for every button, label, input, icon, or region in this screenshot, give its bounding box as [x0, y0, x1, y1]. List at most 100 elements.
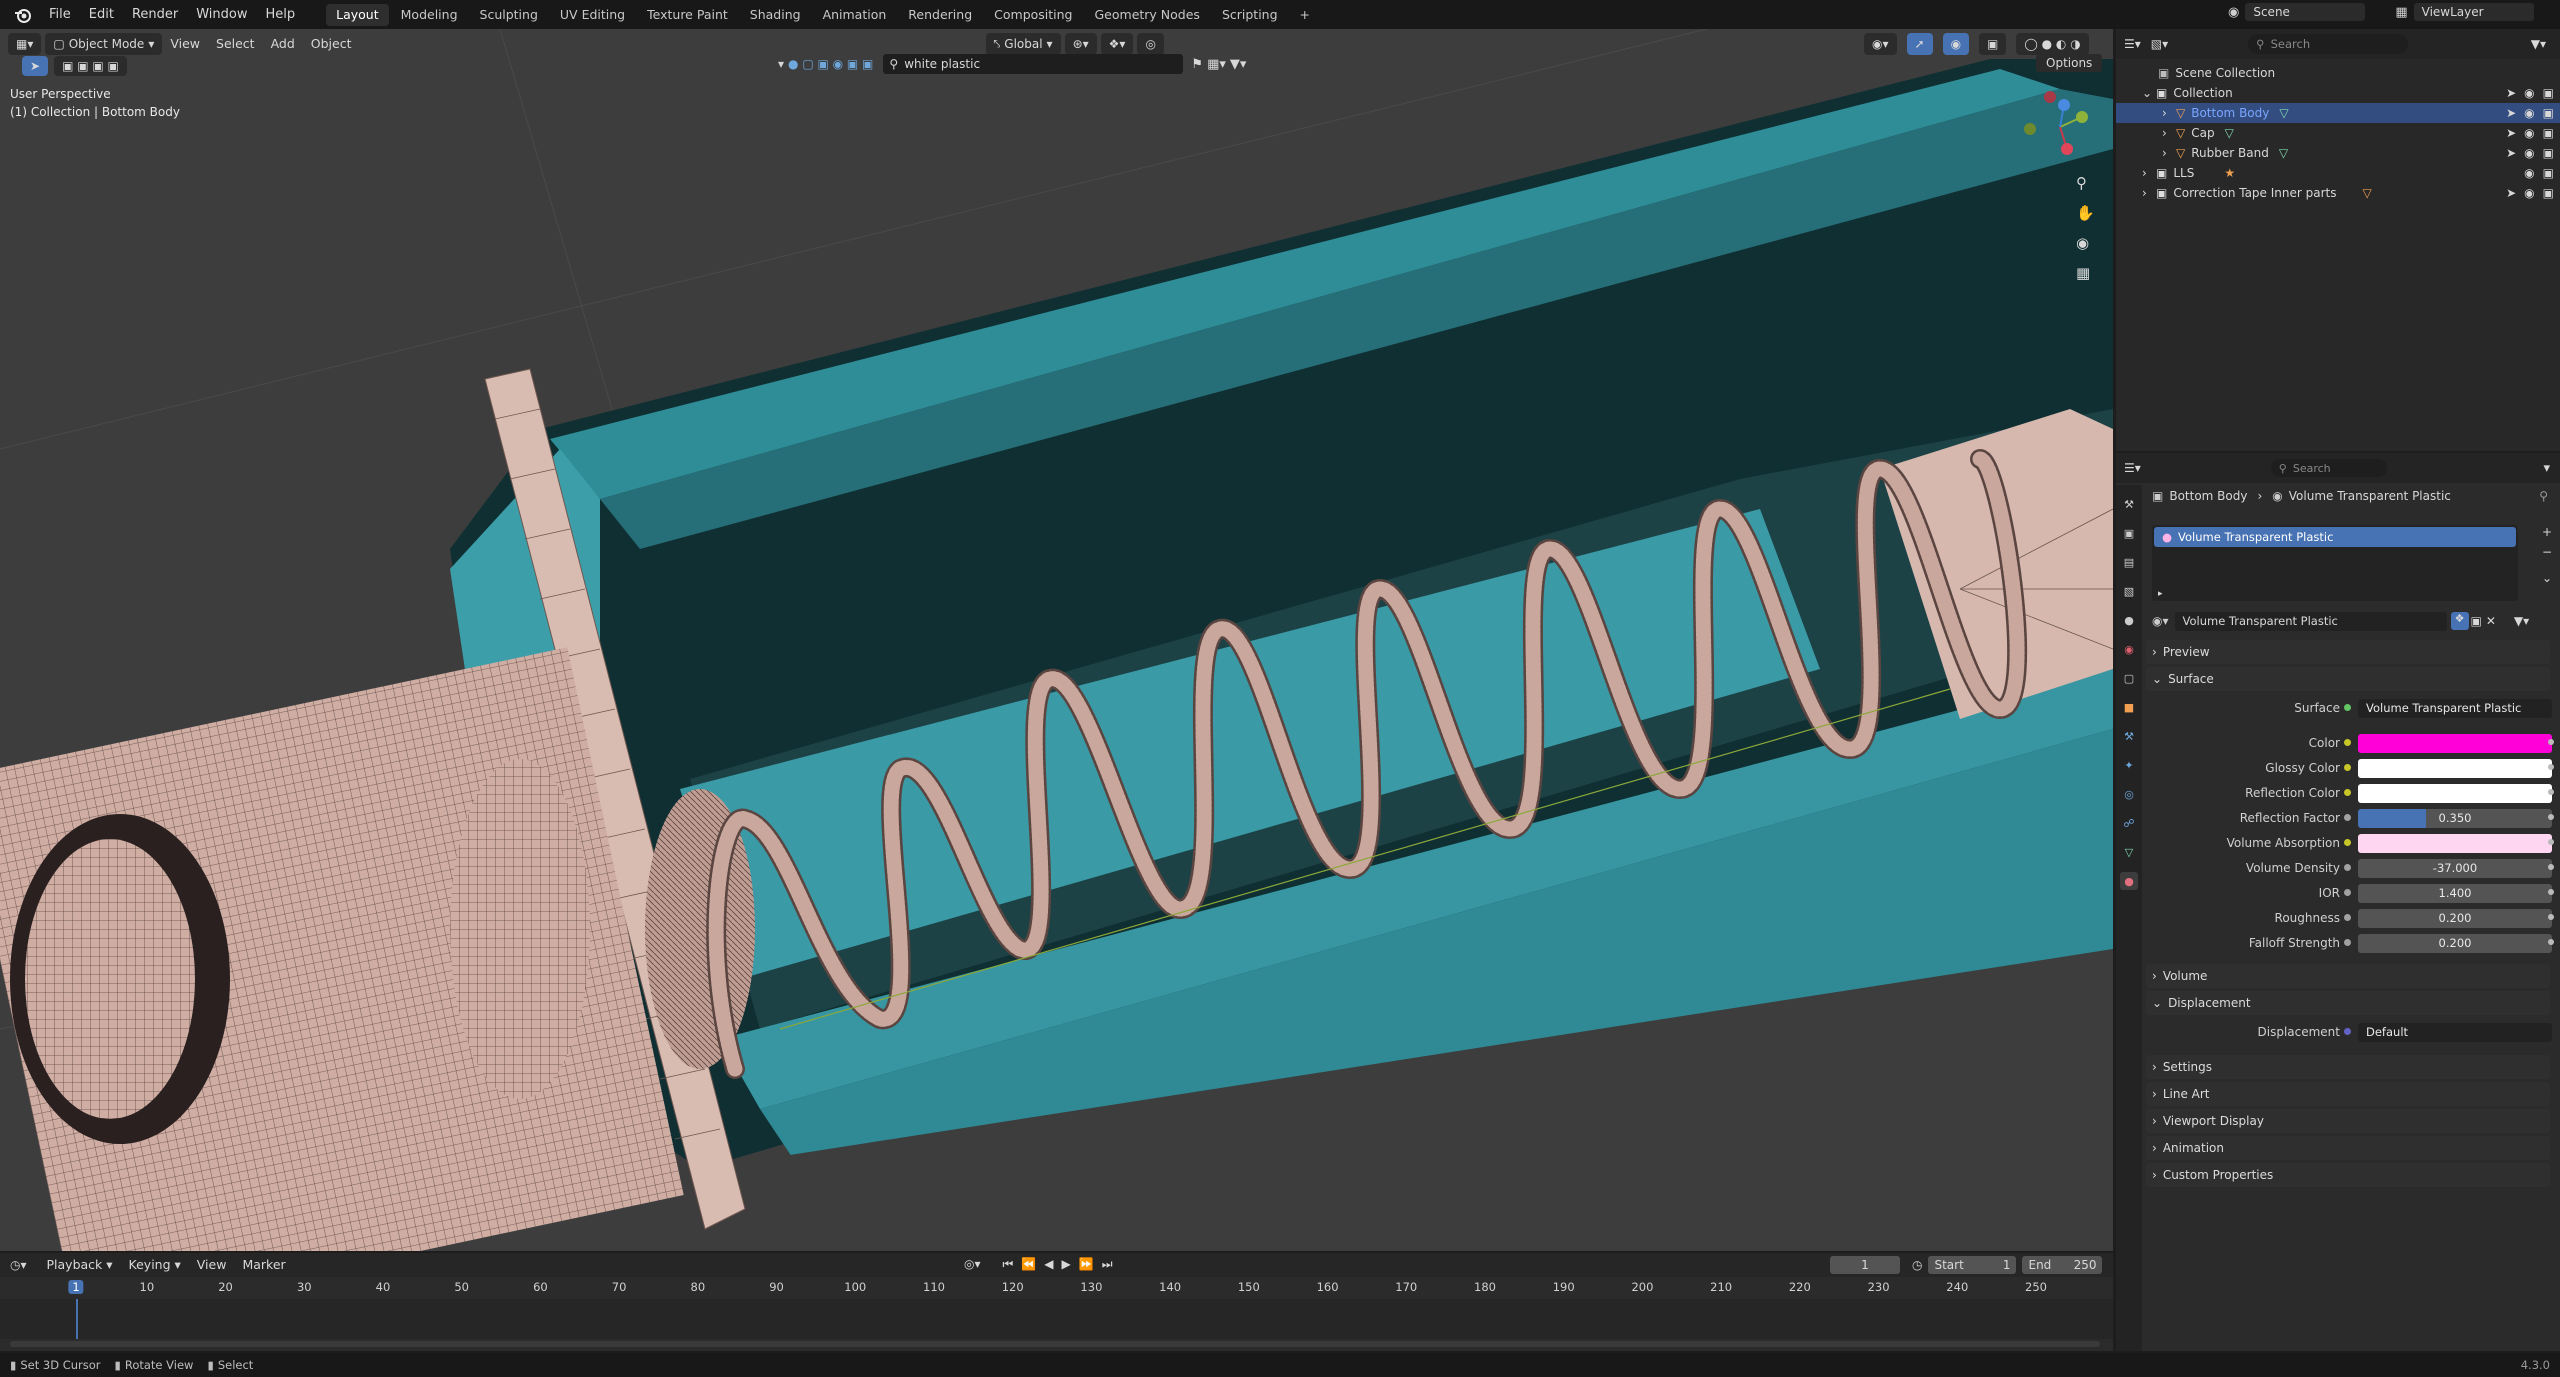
ior-field[interactable]: 1.400 [2358, 883, 2552, 903]
viewport-search-field[interactable]: ⚲ white plastic [883, 54, 1184, 74]
end-frame-field[interactable]: End 250 [2022, 1256, 2103, 1274]
eye-icon[interactable]: ◉ [2524, 106, 2534, 120]
bookmark-icon[interactable]: ⚑ [1191, 57, 1203, 72]
eye-icon[interactable]: ◉ [2524, 146, 2534, 160]
tab-scripting[interactable]: Scripting [1212, 4, 1288, 26]
duplicate-material-button[interactable]: ▣ [2471, 614, 2482, 628]
select-arrow-icon[interactable]: ➤ [2506, 186, 2516, 200]
filter-dropdown-icon[interactable]: ▾ [778, 57, 784, 71]
falloff-strength-field[interactable]: 0.200 [2358, 933, 2552, 953]
slot-specials-button[interactable]: ⌄ [2542, 571, 2552, 585]
expand-arrow-icon[interactable]: › [2162, 146, 2176, 160]
menu-view[interactable]: View [162, 33, 208, 55]
expand-list-icon[interactable]: ▸ [2158, 589, 2163, 599]
surface-shader-field[interactable]: Volume Transparent Plastic [2358, 698, 2552, 718]
camera-icon[interactable]: ▣ [2543, 186, 2554, 200]
object-type-icons[interactable]: ● ▢ ▣ ◉ ▣ ▣ [788, 57, 873, 71]
keyframe-dot-icon[interactable] [2548, 764, 2554, 770]
select-arrow-icon[interactable]: ➤ [2506, 106, 2516, 120]
outliner-editor-icon[interactable]: ☰▾ [2124, 37, 2141, 51]
expand-arrow-icon[interactable]: › [2162, 106, 2176, 120]
select-arrow-icon[interactable]: ➤ [2506, 86, 2516, 100]
add-workspace-button[interactable]: + [1290, 4, 1320, 26]
play-icon[interactable]: ▶ [1062, 1257, 1071, 1272]
menu-playback[interactable]: Playback ▾ [39, 1254, 121, 1276]
grid-ortho-icon[interactable]: ▦ [2076, 264, 2095, 282]
keyframe-dot-icon[interactable] [2548, 939, 2554, 945]
remove-slot-button[interactable]: − [2542, 545, 2552, 559]
current-frame-field[interactable]: 1 [1830, 1256, 1900, 1274]
panel-volume[interactable]: › Volume [2146, 964, 2550, 988]
jump-keyframe-back-icon[interactable]: ⏪ [1021, 1257, 1036, 1272]
proportional-edit-toggle[interactable]: ◎ [1137, 33, 1164, 55]
volume-absorption-swatch[interactable] [2358, 833, 2552, 853]
menu-marker[interactable]: Marker [234, 1254, 293, 1276]
preview-range-icon[interactable]: ◷ [1912, 1258, 1922, 1272]
viewport-scene[interactable] [0, 29, 2113, 1251]
snap-toggle[interactable]: ❖▾ [1100, 33, 1134, 55]
tab-sculpting[interactable]: Sculpting [470, 4, 548, 26]
data-tab-icon[interactable]: ▽ [2120, 843, 2138, 861]
start-frame-field[interactable]: Start 1 [1928, 1256, 2017, 1274]
jump-end-icon[interactable]: ⏭ [1102, 1257, 1113, 1272]
jump-start-icon[interactable]: ⏮ [1003, 1257, 1014, 1272]
transform-orientation-dropdown[interactable]: ⤣ Global ▾ [985, 33, 1061, 55]
particles-tab-icon[interactable]: ✦ [2120, 756, 2138, 774]
modifier-tab-icon[interactable]: ⚒ [2120, 727, 2138, 745]
jump-keyframe-forward-icon[interactable]: ⏩ [1079, 1257, 1094, 1272]
menu-add[interactable]: Add [263, 33, 303, 55]
outliner-item-lls[interactable]: › ▣ LLS ★ ◉ ▣ [2116, 163, 2560, 183]
properties-editor-icon[interactable]: ☰▾ [2124, 461, 2141, 475]
timeline-editor-icon[interactable]: ◷▾ [10, 1258, 27, 1272]
roughness-field[interactable]: 0.200 [2358, 908, 2552, 928]
glossy-color-swatch[interactable] [2358, 758, 2552, 778]
scene-selector[interactable]: Scene [2245, 3, 2366, 21]
view-layer-tab-icon[interactable]: ▧ [2120, 582, 2138, 600]
camera-icon[interactable]: ▣ [2543, 86, 2554, 100]
eye-icon[interactable]: ◉ [2524, 166, 2534, 180]
fake-user-button[interactable]: ❖ [2450, 612, 2469, 630]
output-tab-icon[interactable]: ▤ [2120, 553, 2138, 571]
keyframe-dot-icon[interactable] [2548, 739, 2554, 745]
camera-icon[interactable]: ▣ [2543, 126, 2554, 140]
keyframe-dot-icon[interactable] [2548, 914, 2554, 920]
select-arrow-icon[interactable]: ➤ [2506, 146, 2516, 160]
expand-arrow-icon[interactable]: ⌄ [2142, 86, 2156, 100]
outliner-item-collection[interactable]: ⌄ ▣ Collection ➤ ◉ ▣ [2116, 83, 2560, 103]
pivot-dropdown[interactable]: ⊛▾ [1064, 33, 1097, 55]
material-name-field[interactable]: Volume Transparent Plastic [2174, 611, 2447, 631]
scene-tab-icon[interactable]: ● [2120, 611, 2138, 629]
displacement-field[interactable]: Default [2358, 1022, 2552, 1042]
material-tab-icon[interactable]: ● [2120, 872, 2138, 890]
panel-surface[interactable]: ⌄ Surface [2146, 667, 2550, 691]
frame-ruler[interactable]: 1 10 20 30 40 50 60 70 80 90 100 110 120 130 140 150 160… [0, 1277, 2113, 1299]
outliner-item-cap[interactable]: › ▽ Cap ▽ ➤ ◉ ▣ [2116, 123, 2560, 143]
volume-density-field[interactable]: -37.000 [2358, 858, 2552, 878]
menu-file[interactable]: File [40, 0, 80, 29]
options-button[interactable]: Options [2036, 54, 2103, 72]
camera-icon[interactable]: ◉ [2076, 234, 2095, 252]
eye-icon[interactable]: ◉ [2524, 126, 2534, 140]
unlink-material-button[interactable]: ✕ [2486, 614, 2496, 628]
gizmo-toggle[interactable]: ➚ [1906, 33, 1933, 55]
tab-geometry-nodes[interactable]: Geometry Nodes [1085, 4, 1210, 26]
add-slot-button[interactable]: + [2542, 525, 2552, 539]
select-tool-button[interactable]: ➤ [22, 56, 49, 76]
collection-filter-icon[interactable]: ▦▾ [1207, 57, 1226, 72]
options-dropdown-icon[interactable]: ▾ [2543, 461, 2550, 476]
physics-tab-icon[interactable]: ◎ [2120, 785, 2138, 803]
tab-modeling[interactable]: Modeling [391, 4, 468, 26]
navigation-gizmo[interactable] [2020, 89, 2090, 169]
object-tab-icon[interactable]: ■ [2120, 698, 2138, 716]
auto-keying-toggle[interactable]: ◎▾ [964, 1257, 981, 1272]
panel-custom-properties[interactable]: › Custom Properties [2146, 1163, 2550, 1187]
keyframe-dot-icon[interactable] [2548, 864, 2554, 870]
camera-icon[interactable]: ▣ [2543, 166, 2554, 180]
outliner-item-rubber-band[interactable]: › ▽ Rubber Band ▽ ➤ ◉ ▣ [2116, 143, 2560, 163]
outliner-item-correction-tape[interactable]: › ▣ Correction Tape Inner parts ▽ ➤ ◉ ▣ [2116, 183, 2560, 203]
tab-texture-paint[interactable]: Texture Paint [637, 4, 738, 26]
display-mode-icon[interactable]: ▧▾ [2151, 37, 2168, 51]
keyframe-dot-icon[interactable] [2548, 839, 2554, 845]
panel-settings[interactable]: › Settings [2146, 1055, 2550, 1079]
menu-window[interactable]: Window [187, 0, 256, 29]
